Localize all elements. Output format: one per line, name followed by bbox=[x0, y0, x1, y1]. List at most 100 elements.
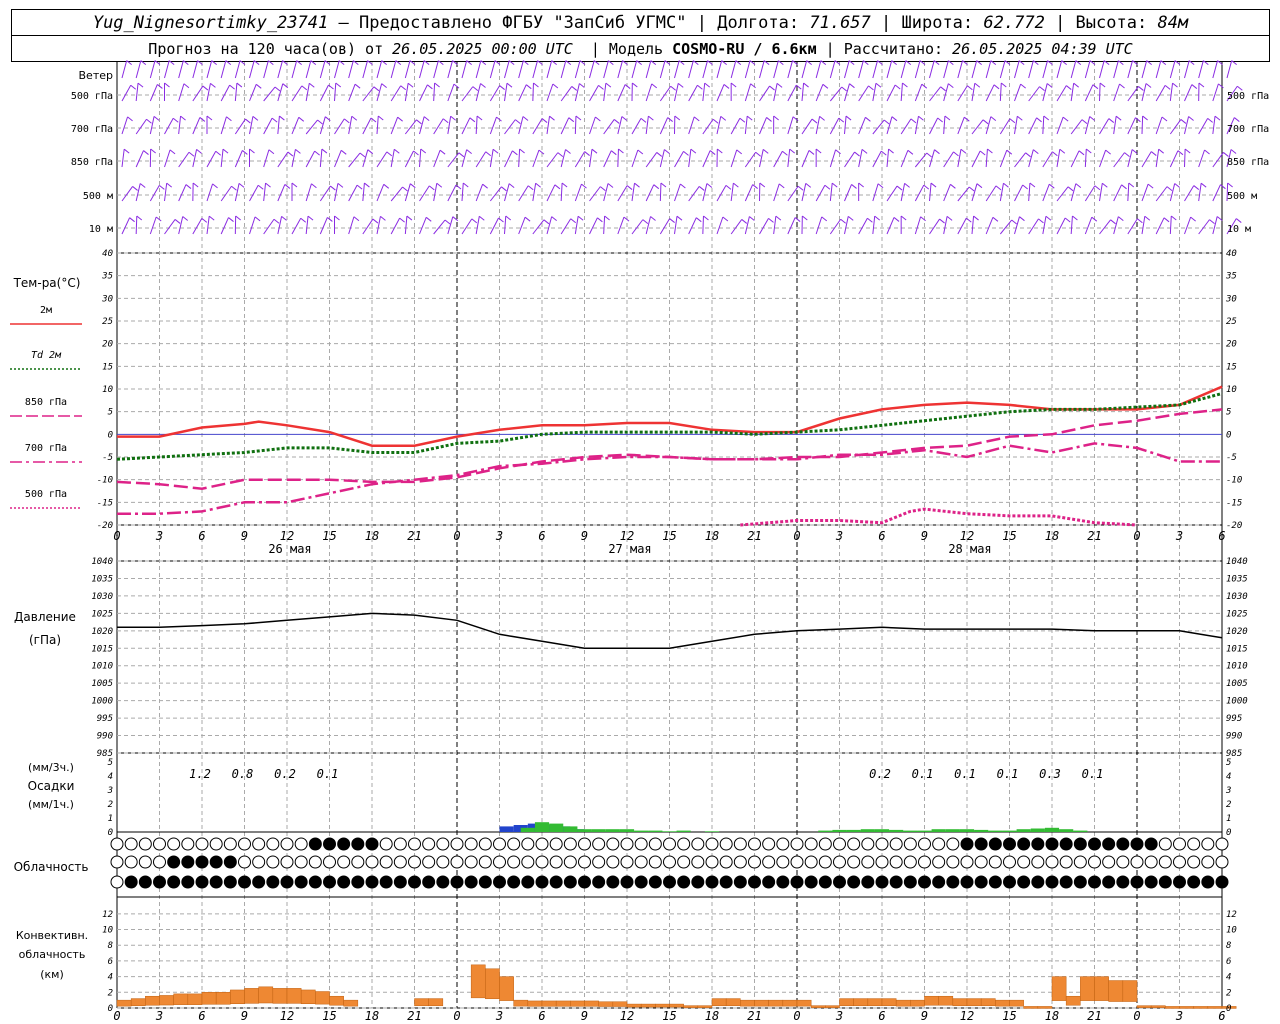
wind-barb bbox=[617, 60, 623, 79]
wind-barb-flag bbox=[525, 84, 532, 90]
wind-barb-flag bbox=[522, 116, 529, 121]
wind-barb bbox=[348, 184, 358, 202]
wind-barb bbox=[1014, 60, 1020, 79]
wind-barb-flag bbox=[317, 119, 323, 125]
wind-barb bbox=[560, 218, 572, 235]
wind-barb-flag bbox=[626, 185, 633, 190]
precip-y-tick: 5 bbox=[108, 758, 113, 768]
wind-barb bbox=[1099, 118, 1110, 135]
x-hour-label-bottom: 21 bbox=[747, 1009, 761, 1023]
wind-barb bbox=[829, 60, 836, 79]
convective-cloud-bar bbox=[1122, 980, 1138, 1002]
wind-barb-flag bbox=[330, 185, 336, 191]
wind-barb bbox=[305, 60, 312, 79]
wind-barb bbox=[220, 60, 227, 79]
cloud-symbol bbox=[790, 875, 804, 889]
wind-barb bbox=[702, 60, 708, 79]
convective-cloud-bar bbox=[881, 998, 897, 1007]
precip-bar-1h bbox=[591, 829, 606, 832]
convective-cloud-bar bbox=[499, 976, 514, 1001]
wind-barb bbox=[433, 60, 439, 79]
temp-series-line bbox=[740, 507, 1138, 527]
wind-barb-flag bbox=[642, 219, 649, 225]
wind-barb bbox=[1014, 83, 1022, 102]
wind-barb bbox=[844, 151, 855, 168]
precip-bar-1h bbox=[534, 822, 550, 832]
wind-barb bbox=[404, 150, 414, 168]
wind-barb-flag bbox=[428, 185, 435, 191]
wind-barb-flag bbox=[946, 215, 953, 221]
wind-barb bbox=[815, 216, 823, 235]
pressure-y-tick-right: 1015 bbox=[1226, 644, 1248, 654]
cloud-symbol bbox=[1215, 837, 1229, 851]
wind-barb bbox=[1155, 116, 1163, 135]
wind-barb-flag bbox=[159, 185, 165, 190]
wind-barb-flag bbox=[775, 215, 782, 221]
wind-barb bbox=[645, 83, 653, 102]
convective-cloud-bar bbox=[740, 999, 755, 1007]
wind-barb bbox=[546, 116, 551, 135]
wind-barb bbox=[504, 60, 510, 79]
wind-barb-flag bbox=[624, 84, 631, 89]
wind-barb-flag bbox=[425, 216, 432, 222]
conv-y-tick-right: 4 bbox=[1226, 973, 1231, 983]
convective-cloud-bar bbox=[711, 998, 727, 1007]
convective-cloud-bar bbox=[230, 989, 245, 1005]
wind-barb-flag bbox=[1164, 85, 1171, 90]
wind-barb bbox=[957, 60, 963, 79]
precip-bar-1h bbox=[619, 829, 635, 832]
convective-cloud-bar bbox=[995, 999, 1010, 1007]
cloud-symbol bbox=[847, 837, 861, 851]
cloud-symbol bbox=[209, 837, 223, 851]
wind-barb-flag bbox=[776, 82, 783, 88]
cloud-symbol bbox=[379, 875, 393, 889]
wind-barb-flag bbox=[650, 60, 657, 66]
wind-barb bbox=[277, 60, 283, 79]
wind-barb-flag bbox=[1216, 216, 1223, 221]
cloud-symbol bbox=[1045, 837, 1059, 851]
wind-barb bbox=[263, 183, 267, 202]
wind-barb-flag bbox=[939, 218, 945, 224]
wind-barb bbox=[674, 183, 681, 202]
wind-barb bbox=[291, 117, 300, 135]
cloud-symbol bbox=[1158, 837, 1172, 851]
wind-barb-flag bbox=[438, 60, 444, 66]
wind-barb-flag bbox=[265, 182, 271, 188]
cloud-symbol bbox=[153, 855, 166, 869]
cloud-symbol bbox=[1158, 875, 1172, 889]
wind-barb bbox=[532, 149, 540, 168]
wind-barb-flag bbox=[749, 216, 755, 221]
precip-total-label: 1.2 bbox=[189, 767, 211, 781]
conv-title-2: облачность bbox=[19, 948, 86, 961]
wind-barb-flag bbox=[334, 215, 340, 221]
cloud-title: Облачность bbox=[14, 860, 89, 874]
wind-barb-flag bbox=[1038, 218, 1044, 224]
cloud-symbol bbox=[478, 855, 492, 869]
x-hour-label-bottom: 9 bbox=[921, 1009, 928, 1023]
wind-barb bbox=[773, 60, 779, 79]
wind-barb-flag bbox=[311, 183, 317, 189]
wind-barb-flag bbox=[950, 183, 956, 189]
convective-cloud-bar bbox=[485, 968, 500, 1000]
wind-barb bbox=[419, 60, 425, 79]
temp-y-tick-right: 15 bbox=[1226, 362, 1237, 372]
wind-barb bbox=[362, 117, 372, 135]
wind-barb-flag bbox=[967, 85, 973, 91]
wind-barb-flag bbox=[1061, 60, 1067, 66]
wind-barb-flag bbox=[373, 86, 380, 92]
cloud-symbol bbox=[507, 855, 521, 869]
wind-barb-flag bbox=[284, 184, 291, 189]
wind-barb bbox=[419, 217, 427, 235]
cloud-symbol bbox=[1059, 875, 1073, 889]
wind-barb bbox=[1084, 60, 1091, 79]
wind-barb-flag bbox=[506, 82, 513, 88]
wind-barb bbox=[362, 183, 365, 202]
cloud-symbol bbox=[464, 837, 478, 851]
wind-barb-flag bbox=[271, 117, 278, 123]
wind-barb bbox=[603, 183, 609, 202]
wind-barb bbox=[773, 151, 783, 168]
precip-bar-1h bbox=[988, 830, 1003, 832]
wind-barb-flag bbox=[423, 116, 430, 122]
wind-barb bbox=[702, 183, 708, 202]
wind-barb-flag bbox=[865, 116, 871, 122]
